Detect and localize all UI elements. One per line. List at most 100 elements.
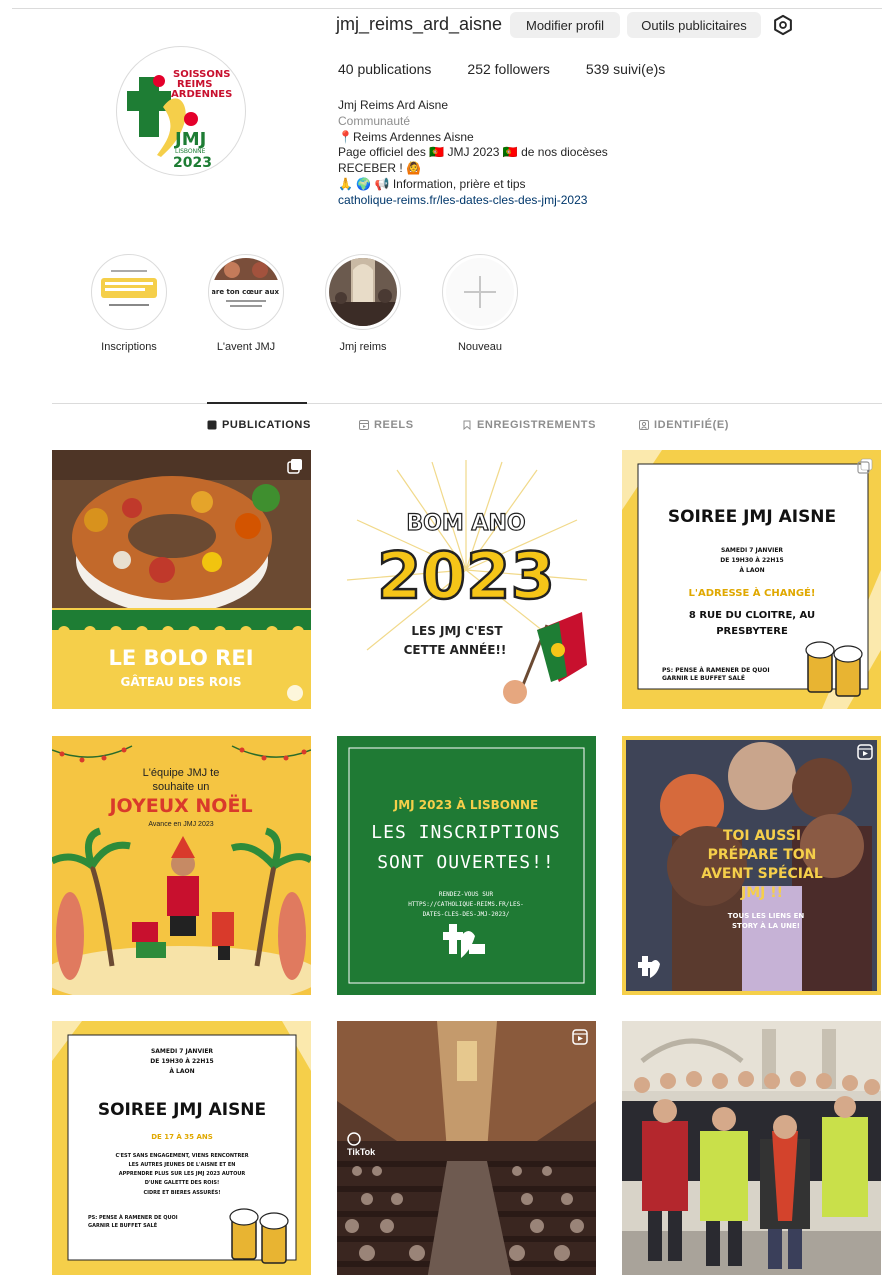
post-title: BOM ANO [406,511,525,536]
post-soiree-aisne[interactable]: SOIREE JMJ AISNE SAMEDI 7 JANVIER DE 19H… [622,450,881,709]
post-small: TOUS LES LIENS EN [728,912,805,920]
highlight-label: Inscriptions [101,341,157,353]
post-time: DE 19H30 À 22H15 [150,1058,213,1065]
carousel-icon [857,458,873,474]
post-title: SOIREE JMJ AISNE [98,1100,266,1120]
edit-profile-button[interactable]: Modifier profil [510,12,620,38]
tab-label: ENREGISTREMENTS [477,419,597,431]
highlight-inscriptions[interactable]: Inscriptions [91,254,167,353]
jmj-logo: SOISSONS REIMS ARDENNES JMJ LISBONNE 202… [120,50,244,174]
followers-link[interactable]: 252 followers [467,61,550,77]
post-title: TOI AUSSI [723,828,801,844]
bio-name: Jmj Reims Ard Aisne [338,98,449,112]
post-age: DE 17 À 35 ANS [151,1132,213,1141]
avatar-text-jmj: JMJ [173,129,206,150]
highlight-cover: Prépare ton cœur aux JMJ ! [212,258,280,326]
post-small: DATES-CLES-DES-JMJ-2023/ [423,911,510,918]
post-line: L'équipe JMJ te [143,767,220,779]
posts-count: 40 publications [338,61,432,77]
bio-location: 📍Reims Ardennes Aisne [338,129,474,144]
post-small: HTTPS://CATHOLIQUE-REIMS.FR/LES- [408,901,524,908]
post-footer: PS: PENSE À RAMENER DE QUOI [662,667,770,674]
tabs-divider [52,403,882,404]
post-small: STORY À LA UNE! [732,921,800,930]
highlight-ring: Prépare ton cœur aux JMJ ! [208,254,284,330]
plus-icon [446,258,514,326]
active-tab-indicator [207,402,307,404]
avatar-text-year: 2023 [173,155,212,171]
post-small: RENDEZ-VOUS SUR [439,891,494,898]
post-body: LES AUTRES JEUNES DE L'AISNE ET EN [129,1162,236,1168]
tab-tagged[interactable]: IDENTIFIÉ(E) [639,419,729,431]
post-year: 2023 [377,540,555,614]
post-subtitle: Avance en JMJ 2023 [148,821,213,828]
tag-person-icon [639,420,649,430]
bookmark-icon [463,420,471,430]
reels-icon [359,420,369,430]
post-body: D'UNE GALETTE DES ROIS! [145,1180,220,1186]
bio-description: Page officiel des 🇵🇹 JMJ 2023 🇵🇹 de nos … [338,145,608,160]
post-body: CIDRE ET BIERES ASSURÉS! [143,1188,220,1196]
post-date: SAMEDI 7 JANVIER [721,547,783,554]
profile-username: jmj_reims_ard_aisne [336,14,503,34]
post-title: AVENT SPÉCIAL [701,865,823,882]
avatar-text-lisbonne: LISBONNE [175,148,206,155]
post-place: À LAON [169,1068,194,1075]
post-body: C'EST SANS ENGAGEMENT, VIENS RENCONTRER [115,1153,248,1159]
highlight-new[interactable]: Nouveau [442,254,518,353]
post-avent-jmj[interactable]: TOI AUSSI PRÉPARE TON AVENT SPÉCIAL JMJ … [622,736,881,995]
post-church-video[interactable]: TikTok [337,1021,596,1275]
top-divider [12,8,882,9]
highlight-jmj-reims[interactable]: Jmj reims [325,254,401,353]
post-title: LE BOLO REI [108,646,253,670]
post-bom-ano[interactable]: BOM ANO 2023 LES JMJ C'EST CETTE ANNÉE!! [337,450,596,709]
post-title: LES INSCRIPTIONS [371,822,560,843]
tab-publications[interactable]: PUBLICATIONS [207,419,311,431]
post-address: 8 RUE DU CLOITRE, AU [689,610,815,621]
post-footer: GARNIR LE BUFFET SALÉ [88,1221,158,1229]
highlight-cover-text: Prépare ton cœur aux JMJ ! [212,288,280,296]
highlight-cover [329,258,397,326]
bio-greeting: RECEBER ! 🙆 [338,161,421,176]
post-joyeux-noel[interactable]: L'équipe JMJ te souhaite un JOYEUX NOËL … [52,736,311,995]
tab-label: REELS [374,419,414,431]
post-bolo-rei[interactable]: LE BOLO REI GÂTEAU DES ROIS [52,450,311,709]
post-line: souhaite un [153,781,210,793]
profile-avatar[interactable]: SOISSONS REIMS ARDENNES JMJ LISBONNE 202… [116,46,246,176]
tab-label: IDENTIFIÉ(E) [654,419,730,431]
profile-stats: 40 publications 252 followers 539 suivi(… [338,61,665,77]
bio-link[interactable]: catholique-reims.fr/les-dates-cles-des-j… [338,193,587,207]
post-header: JMJ 2023 À LISBONNE [393,797,538,812]
post-title: SOIREE JMJ AISNE [668,507,836,527]
post-line: CETTE ANNÉE!! [404,642,507,657]
highlight-avent[interactable]: Prépare ton cœur aux JMJ ! L'avent JMJ [208,254,284,353]
post-title: JOYEUX NOËL [107,793,252,817]
tab-reels[interactable]: REELS [359,419,414,431]
post-group-photo[interactable] [622,1021,881,1275]
carousel-icon [287,459,302,474]
bio-category: Communauté [338,113,411,128]
highlight-label: Jmj reims [339,341,387,353]
highlight-label: Nouveau [457,341,503,353]
avatar-text-ardennes: ARDENNES [171,89,232,100]
tiktok-watermark: TikTok [347,1147,376,1157]
ad-tools-button[interactable]: Outils publicitaires [627,12,761,38]
post-title: JMJ !! [740,885,783,901]
post-notice: L'ADRESSE À CHANGÉ! [689,586,816,599]
highlight-ring [91,254,167,330]
post-title: SONT OUVERTES!! [377,852,555,873]
post-time: DE 19H30 À 22H15 [720,557,783,564]
following-link[interactable]: 539 suivi(e)s [586,61,665,77]
settings-gear-icon[interactable] [772,14,794,36]
highlight-ring [325,254,401,330]
post-date: SAMEDI 7 JANVIER [151,1048,213,1055]
post-footer: PS: PENSE À RAMENER DE QUOI [88,1214,178,1221]
post-title: PRÉPARE TON [708,846,817,863]
post-footer: GARNIR LE BUFFET SALÉ [662,674,745,682]
post-body: APPRENDRE PLUS SUR LES JMJ 2023 AUTOUR [119,1171,246,1177]
post-soiree-invitation[interactable]: SAMEDI 7 JANVIER DE 19H30 À 22H15 À LAON… [52,1021,311,1275]
tab-saved[interactable]: ENREGISTREMENTS [462,419,596,431]
reel-icon [572,1029,588,1045]
post-inscriptions[interactable]: JMJ 2023 À LISBONNE LES INSCRIPTIONS SON… [337,736,596,995]
post-line: LES JMJ C'EST [411,624,503,638]
